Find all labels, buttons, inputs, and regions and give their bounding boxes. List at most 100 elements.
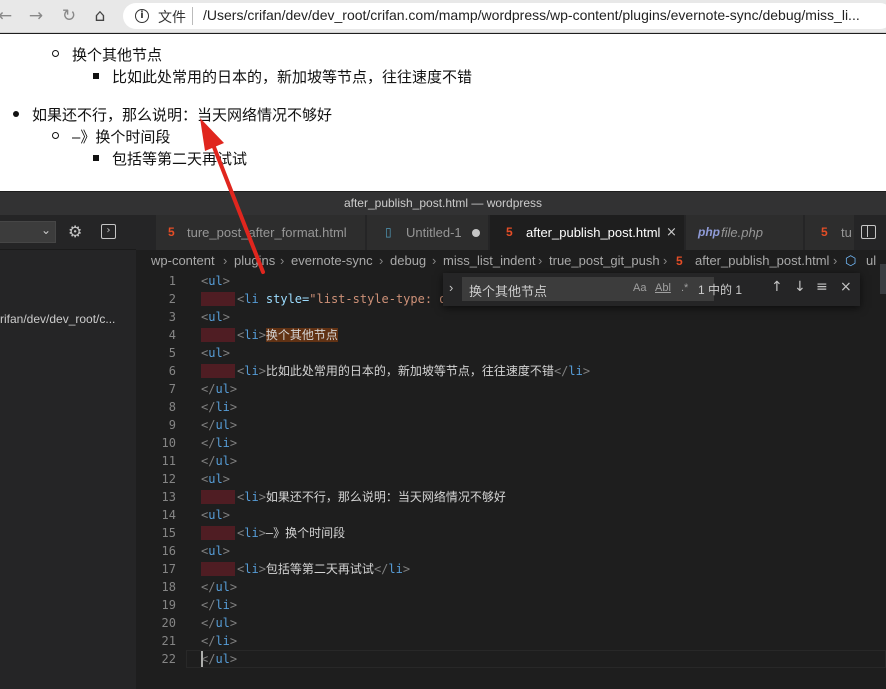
home-icon[interactable]: ⌂ xyxy=(89,5,111,27)
sidebar-header: ⌄ ⚙ › xyxy=(0,215,136,250)
code-line[interactable]: 5 <ul> xyxy=(136,344,886,362)
file-label: 文件 xyxy=(158,9,186,25)
tab-ture-post-after-format[interactable]: 5 ture_post_after_format.html xyxy=(156,215,366,250)
list-item: 比如此处常用的日本的，新加坡等节点，往往速度不错 xyxy=(112,69,473,86)
code-line[interactable]: 6 <li>比如此处常用的日本的，新加坡等节点，往往速度不错</li> xyxy=(136,362,886,380)
code-line[interactable]: 14 <ul> xyxy=(136,506,886,524)
code-line[interactable]: 21 </li> xyxy=(136,632,886,650)
tab-after-publish-post[interactable]: 5 after_publish_post.html × xyxy=(490,215,685,250)
code-line[interactable]: 4 <li>换个其他节点 xyxy=(136,326,886,344)
find-match-count: 1 中的 1 xyxy=(698,283,743,297)
scrollbar-slider[interactable] xyxy=(880,264,886,294)
tag-bracket: > xyxy=(258,526,266,540)
breadcrumb-item[interactable]: ul xyxy=(866,250,876,272)
breadcrumb-item[interactable]: after_publish_post.html xyxy=(695,250,829,272)
square-bullet-icon xyxy=(93,155,99,161)
circle-bullet-icon xyxy=(52,132,59,139)
code-line[interactable]: 17 <li>包括等第二天再试试</li> xyxy=(136,560,886,578)
line-number: 3 xyxy=(168,310,176,324)
tag-bracket: > xyxy=(229,580,238,594)
unsaved-dot-icon[interactable] xyxy=(472,229,480,237)
tag-bracket: > xyxy=(229,652,238,666)
close-icon[interactable]: × xyxy=(840,279,852,295)
gear-icon[interactable]: ⚙ xyxy=(68,222,82,241)
tab-file-php[interactable]: php file.php xyxy=(686,215,804,250)
split-editor-icon[interactable] xyxy=(861,225,876,239)
tag-name: ul xyxy=(215,454,230,468)
code-line[interactable]: 22 </ul> xyxy=(136,650,886,668)
forward-arrow-icon[interactable]: → xyxy=(25,5,47,27)
code-line[interactable]: 7 </ul> xyxy=(136,380,886,398)
code-line[interactable]: 9 </ul> xyxy=(136,416,886,434)
breadcrumb-item[interactable]: true_post_git_push xyxy=(549,250,660,272)
code-editor[interactable]: 1 <ul> 2 <li style="list-style-type: d 3 <ul>… xyxy=(136,272,886,689)
text-content: 如果还不行，那么说明：当天网络情况不够好 xyxy=(265,490,506,504)
html5-icon: 5 xyxy=(676,254,683,268)
tag-name: li xyxy=(568,364,583,378)
line-number: 21 xyxy=(161,634,176,648)
code-line[interactable]: 11 </ul> xyxy=(136,452,886,470)
breadcrumb-item[interactable]: wp-content xyxy=(151,250,215,272)
url-text[interactable]: /Users/crifan/dev/dev_root/crifan.com/ma… xyxy=(203,7,860,23)
code-line[interactable]: 8 </li> xyxy=(136,398,886,416)
chevron-right-icon[interactable]: › xyxy=(449,280,453,295)
explorer-sidebar: ⌄ ⚙ › rifan/dev/dev_root/c... xyxy=(0,215,136,689)
tab-overflow[interactable]: 5 tu xyxy=(805,215,855,250)
selection-icon[interactable]: ≡ xyxy=(816,279,828,295)
tab-label: after_publish_post.html xyxy=(526,225,661,240)
code-text: </li> xyxy=(201,398,237,416)
find-input[interactable]: 换个其他节点 Aa Abl .* xyxy=(462,277,714,301)
reload-icon[interactable]: ↻ xyxy=(58,5,80,27)
code-line[interactable]: 3 <ul> xyxy=(136,308,886,326)
attribute-value: "list-style-type: d xyxy=(309,292,447,306)
folder-select[interactable]: ⌄ xyxy=(0,221,56,243)
tag-name: ul xyxy=(208,472,223,486)
match-case-icon[interactable]: Aa xyxy=(633,282,646,294)
code-line[interactable]: 12 <ul> xyxy=(136,470,886,488)
tag-name: li xyxy=(244,328,259,342)
breadcrumb-item[interactable]: plugins xyxy=(234,250,275,272)
code-line[interactable]: 15 <li>–》换个时间段 xyxy=(136,524,886,542)
tag-bracket: </ xyxy=(201,580,216,594)
sidebar-path[interactable]: rifan/dev/dev_root/c... xyxy=(0,312,136,326)
line-number: 14 xyxy=(161,508,176,522)
tab-bar: 5 ture_post_after_format.html ▯ Untitled… xyxy=(136,215,886,250)
close-icon[interactable]: × xyxy=(666,215,677,250)
code-text: <li>–》换个时间段 xyxy=(237,524,345,542)
back-arrow-icon[interactable]: ← xyxy=(0,5,16,27)
breadcrumb-item[interactable]: evernote-sync xyxy=(291,250,373,272)
chevron-right-icon: › xyxy=(432,253,437,268)
tab-untitled-1[interactable]: ▯ Untitled-1 xyxy=(367,215,489,250)
code-line[interactable]: 19 </li> xyxy=(136,596,886,614)
chevron-right-icon: › xyxy=(280,253,285,268)
line-number: 4 xyxy=(168,328,176,342)
code-line[interactable]: 20 </ul> xyxy=(136,614,886,632)
regex-icon[interactable]: .* xyxy=(681,282,688,294)
breadcrumb-item[interactable]: debug xyxy=(390,250,426,272)
tab-label: ture_post_after_format.html xyxy=(187,225,347,240)
tag-bracket: </ xyxy=(201,634,216,648)
address-bar[interactable]: i 文件 /Users/crifan/dev/dev_root/crifan.c… xyxy=(123,3,886,29)
info-icon[interactable]: i xyxy=(135,9,149,23)
tag-bracket: </ xyxy=(201,652,216,666)
chevron-right-icon: › xyxy=(223,253,228,268)
tag-name: li xyxy=(244,364,259,378)
code-line[interactable]: 10 </li> xyxy=(136,434,886,452)
code-line[interactable]: 18 </ul> xyxy=(136,578,886,596)
tag-name: ul xyxy=(215,652,230,666)
code-text: </li> xyxy=(201,434,237,452)
line-number: 19 xyxy=(161,598,176,612)
code-text: <li>换个其他节点 xyxy=(237,326,338,344)
whole-word-icon[interactable]: Abl xyxy=(655,282,671,294)
tag-bracket: </ xyxy=(201,616,216,630)
arrow-up-icon[interactable]: ↑ xyxy=(771,279,783,295)
arrow-down-icon[interactable]: ↓ xyxy=(794,279,806,295)
tag-bracket: > xyxy=(229,382,238,396)
code-line[interactable]: 13 <li>如果还不行，那么说明：当天网络情况不够好 xyxy=(136,488,886,506)
tag-bracket: > xyxy=(258,364,266,378)
tag-name: li xyxy=(244,562,259,576)
code-line[interactable]: 16 <ul> xyxy=(136,542,886,560)
breadcrumb-item[interactable]: miss_list_indent xyxy=(443,250,536,272)
terminal-icon[interactable]: › xyxy=(101,224,116,239)
tag-bracket: > xyxy=(229,436,238,450)
